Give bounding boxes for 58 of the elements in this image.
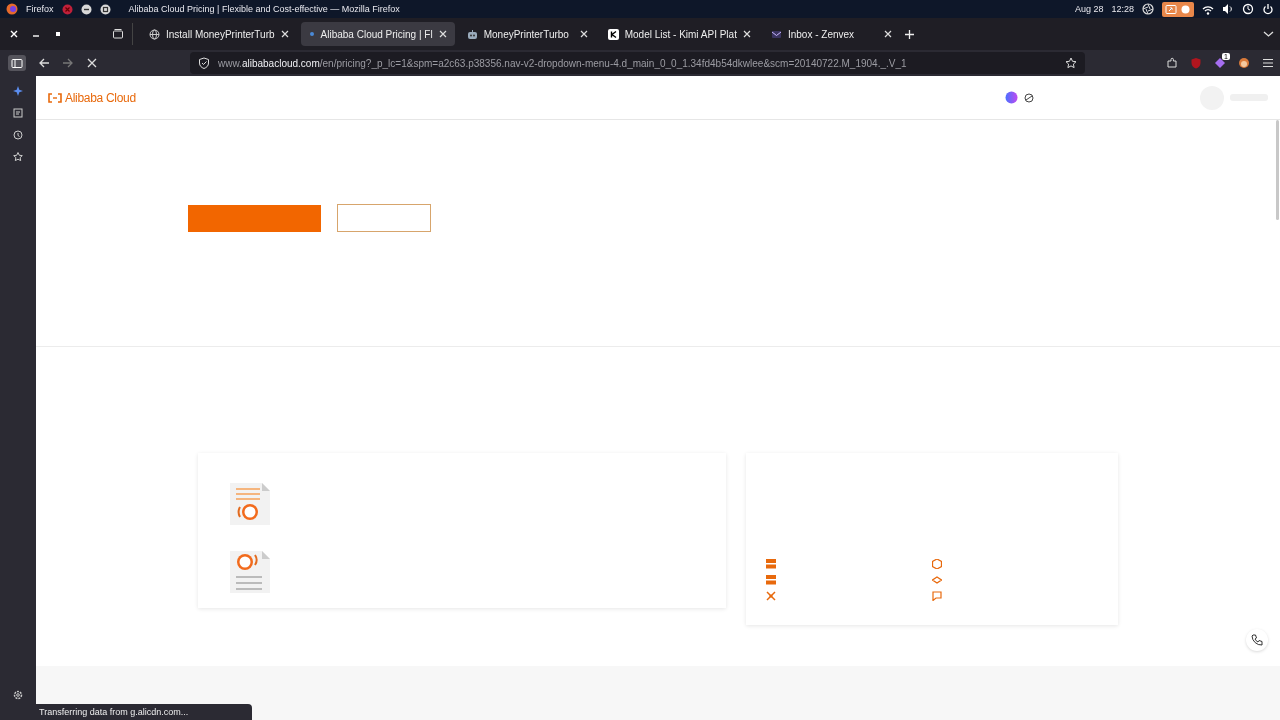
close-icon[interactable] [883,30,892,38]
back-icon[interactable] [38,57,50,69]
close-icon[interactable] [742,30,751,38]
menu-icon[interactable] [1262,57,1274,69]
history-icon[interactable] [13,130,23,140]
extension-icon[interactable] [1214,57,1226,69]
sparkle-icon[interactable] [13,86,23,96]
power-icon[interactable] [1262,3,1274,15]
app-name[interactable]: Firefox [26,4,54,14]
forward-icon[interactable] [62,57,74,69]
tab-list-icon[interactable] [112,28,124,40]
loading-dot-icon [308,31,315,37]
bookmarks-panel-icon[interactable] [13,108,23,118]
chevron-down-icon[interactable] [1263,30,1274,38]
primary-button[interactable] [188,204,321,232]
record-icon [1180,3,1191,15]
settings-icon[interactable] [13,690,23,700]
wifi-icon[interactable] [1202,3,1214,15]
browser-tab[interactable]: Install MoneyPrinterTurb [141,22,297,46]
phone-button[interactable] [1246,629,1268,651]
date-text[interactable]: Aug 28 [1074,4,1104,14]
stop-icon[interactable] [86,57,98,69]
browser-tab[interactable]: Inbox - Zenvex [762,22,900,46]
screen-recording-indicator[interactable] [1162,1,1194,17]
robot-icon [466,28,478,40]
close-icon[interactable] [438,30,447,38]
window-title: Alibaba Cloud Pricing | Flexible and Cost-effective — Mozilla Firefox [128,4,400,14]
address-bar[interactable]: www.alibabacloud.com/en/pricing?_p_lc=1&spm=a2c63.p38356.nav-v2-dropdown-menu-4.d_main_0_0_1.34fd4b54dkwlee&scm=20140722.M_1904._.V_1 [190,52,1085,74]
firefox-icon[interactable] [6,3,18,15]
browser-tab[interactable]: Alibaba Cloud Pricing | Fl [300,22,455,46]
volume-icon[interactable] [1222,3,1234,15]
chat-icon [932,591,942,601]
minimize-icon[interactable] [80,3,92,15]
letter-k-icon [607,28,619,40]
sidebar-icon[interactable] [11,58,23,69]
close-icon[interactable] [579,30,588,38]
envelope-icon [770,28,782,40]
status-tooltip: Transferring data from g.alicdn.com... [36,704,252,720]
aperture-icon[interactable] [1142,3,1154,15]
share-screen-icon [1165,3,1177,15]
clock-text[interactable]: 12:28 [1111,4,1134,14]
gradient-orb-icon[interactable] [1005,91,1018,104]
maximize-icon[interactable] [99,3,111,15]
server-icon [766,575,776,585]
browser-tab[interactable]: MoneyPrinterTurbo [458,22,596,46]
star-icon[interactable] [1065,57,1077,69]
brackets-logo-icon [48,92,62,103]
layers-icon [932,575,942,585]
phone-icon [1251,634,1263,646]
new-tab-icon[interactable] [903,28,915,40]
close-icon[interactable] [280,30,289,38]
puzzle-icon[interactable] [1166,57,1178,69]
maximize-icon[interactable] [54,30,62,38]
star-icon[interactable] [13,152,23,162]
server-icon [766,559,776,569]
shield-icon [198,57,210,69]
cube-icon [932,559,942,569]
browser-tab[interactable]: Model List - Kimi API Plat [599,22,759,46]
